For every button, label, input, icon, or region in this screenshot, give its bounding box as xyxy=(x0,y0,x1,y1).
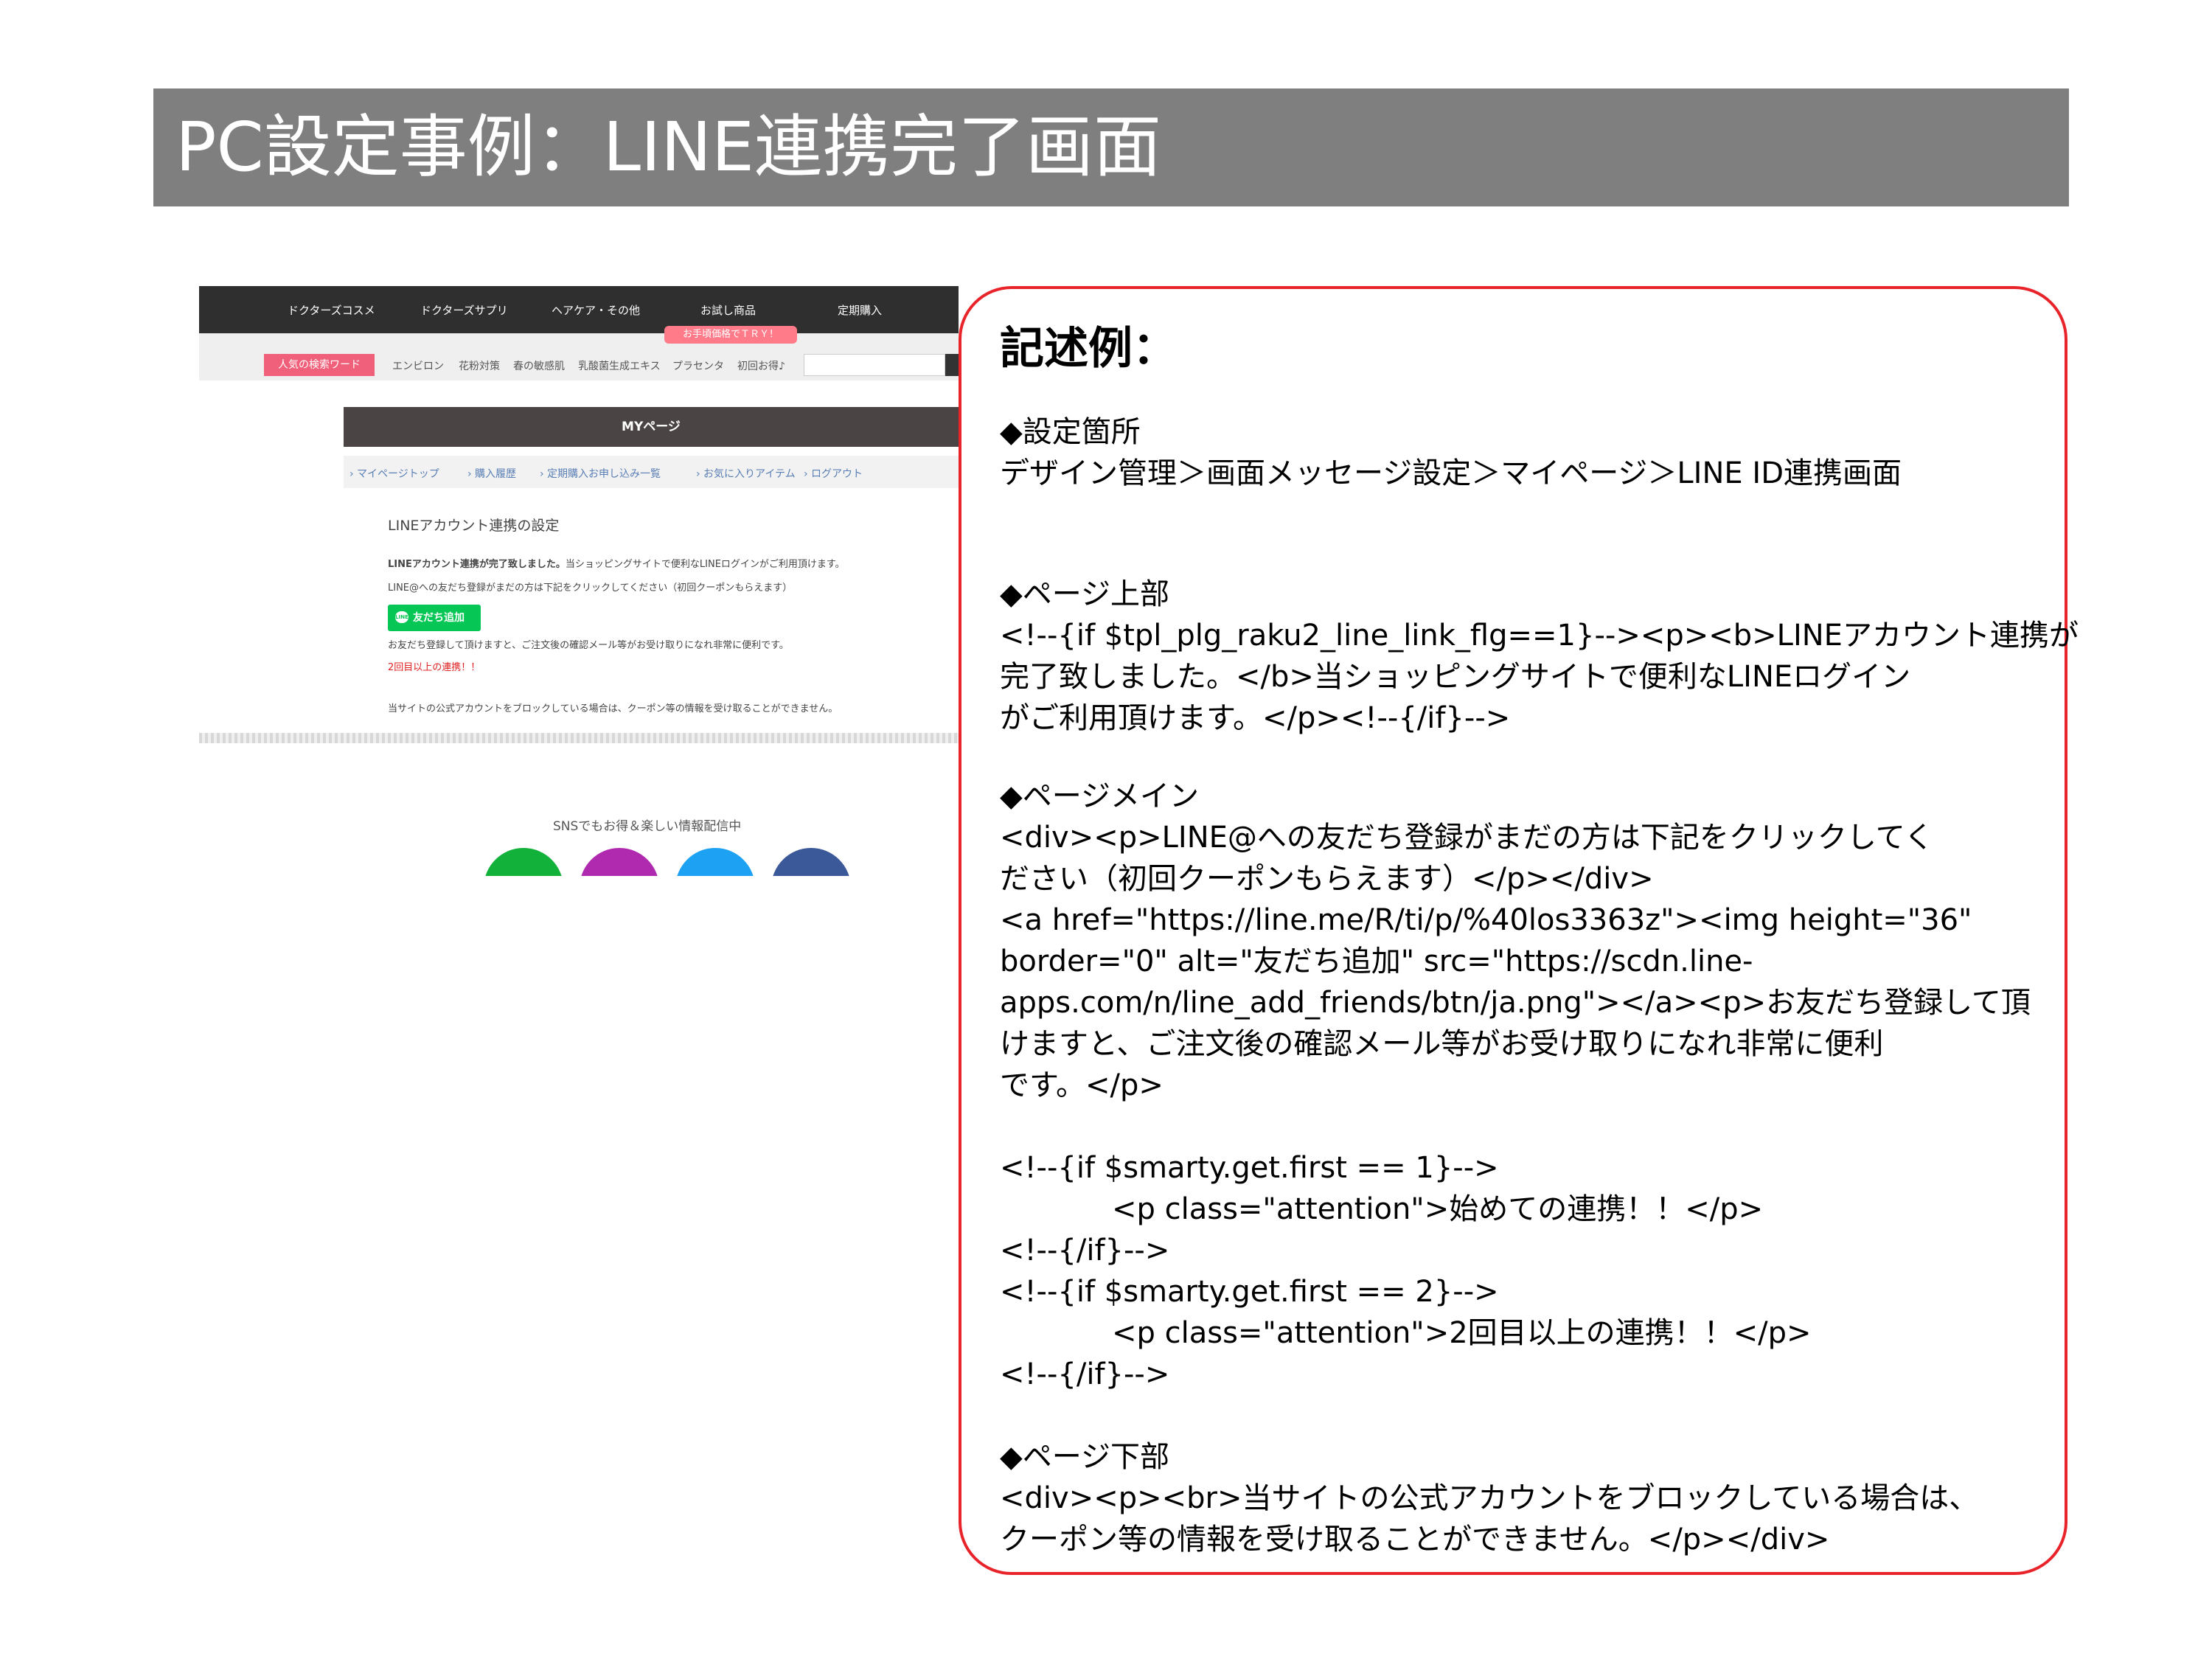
link-complete-rest: 当ショッピングサイトで便利なLINEログインがご利用頂けます。 xyxy=(565,559,845,570)
code-line: けますと、ご注文後の確認メール等がお受け取りになれ非常に便利 xyxy=(1000,1027,1884,1061)
code-line: <div><p><br>当サイトの公式アカウントをブロックしている場合は、 xyxy=(1000,1481,1979,1515)
mypage-subnav: › マイページトップ › 購入履歴 › 定期購入お申し込み一覧 › お気に入りア… xyxy=(344,456,959,488)
code-line: です。</p> xyxy=(1000,1068,1164,1102)
sns-title: SNSでもお得＆楽しい情報配信中 xyxy=(553,819,742,834)
section-label-setting: ◆設定箇所 xyxy=(1000,415,1141,449)
mypage-title: MYページ xyxy=(344,407,959,447)
subnav-subscriptions[interactable]: › 定期購入お申し込み一覧 xyxy=(540,466,661,481)
code-line: <!--{if $tpl_plg_raku2_line_link_flg==1}… xyxy=(1000,619,2079,653)
nav-item-doctors-supple[interactable]: ドクターズサプリ xyxy=(420,302,508,318)
keyword-link[interactable]: 初回お得♪ xyxy=(737,358,785,373)
code-heading: 記述例： xyxy=(1000,323,1177,375)
line-icon[interactable] xyxy=(484,848,563,876)
search-input[interactable] xyxy=(804,354,945,376)
code-line: <a href="https://line.me/R/ti/p/%40los33… xyxy=(1000,903,1972,937)
promo-badge: お手頃価格でＴＲＹ！ xyxy=(664,326,797,344)
keyword-link[interactable]: 乳酸菌生成エキス xyxy=(578,358,661,373)
add-friend-label: 友だち追加 xyxy=(413,612,465,624)
keyword-link[interactable]: 花粉対策 xyxy=(459,358,500,373)
subnav-logout[interactable]: › ログアウト xyxy=(804,466,863,481)
nav-item-haircare[interactable]: ヘアケア・その他 xyxy=(552,302,640,318)
code-line: <!--{/if}--> xyxy=(1000,1357,1170,1391)
link-complete-message: LINEアカウント連携が完了致しました。当ショッピングサイトで便利なLINEログ… xyxy=(388,556,845,570)
code-line: <!--{if $smarty.get.first == 2}--> xyxy=(1000,1275,1499,1309)
nav-item-doctors-cosme[interactable]: ドクターズコスメ xyxy=(288,302,375,318)
subnav-purchase-history[interactable]: › 購入履歴 xyxy=(467,466,516,481)
code-line: がご利用頂けます。</p><!--{/if}--> xyxy=(1000,701,1511,735)
subnav-mypage-top[interactable]: › マイページトップ xyxy=(349,466,439,481)
section-label-main: ◆ページメイン xyxy=(1000,779,1199,813)
twitter-icon[interactable] xyxy=(675,848,755,876)
keyword-link[interactable]: 春の敏感肌 xyxy=(513,358,565,373)
slide-title: PC設定事例：LINE連携完了画面 xyxy=(175,108,1162,187)
code-line: <p class="attention">2回目以上の連携！！</p> xyxy=(1112,1316,1812,1350)
nav-item-subscription[interactable]: 定期購入 xyxy=(838,302,882,318)
code-line: 完了致しました。</b>当ショッピングサイトで便利なLINEログイン xyxy=(1000,660,1911,694)
screenshot-panel: ドクターズコスメ ドクターズサプリ ヘアケア・その他 お試し商品 定期購入 人気… xyxy=(199,286,959,876)
line-section-heading: LINEアカウント連携の設定 xyxy=(388,518,560,534)
code-line: apps.com/n/line_add_friends/btn/ja.png">… xyxy=(1000,986,2031,1020)
global-nav: ドクターズコスメ ドクターズサプリ ヘアケア・その他 お試し商品 定期購入 xyxy=(199,286,959,333)
link-complete-bold: LINEアカウント連携が完了致しました。 xyxy=(388,559,566,570)
subnav-favorites[interactable]: › お気に入りアイテム xyxy=(696,466,796,481)
setting-path: デザイン管理＞画面メッセージ設定＞マイページ＞LINE ID連携画面 xyxy=(1000,456,1902,490)
add-friend-button[interactable]: LINE 友だち追加 xyxy=(388,605,481,631)
keyword-label: 人気の検索ワード xyxy=(264,354,375,376)
code-line: クーポン等の情報を受け取ることができません。</p></div> xyxy=(1000,1523,1830,1557)
code-line: border="0" alt="友だち追加" src="https://scdn… xyxy=(1000,945,1753,978)
section-label-top: ◆ページ上部 xyxy=(1000,577,1169,611)
code-line: <!--{if $smarty.get.first == 1}--> xyxy=(1000,1151,1499,1185)
facebook-icon[interactable] xyxy=(771,848,851,876)
divider-stripe xyxy=(199,733,959,743)
nav-item-trial[interactable]: お試し商品 xyxy=(700,302,756,318)
code-line: <p class="attention">始めての連携！！</p> xyxy=(1112,1192,1764,1226)
slide-title-bar: PC設定事例：LINE連携完了画面 xyxy=(153,88,2069,206)
code-example-box: 記述例： ◆設定箇所 デザイン管理＞画面メッセージ設定＞マイページ＞LINE I… xyxy=(959,286,2079,1575)
keyword-link[interactable]: エンビロン xyxy=(392,358,444,373)
code-line: <div><p>LINE@への友だち登録がまだの方は下記をクリックしてく xyxy=(1000,821,1934,855)
keyword-link[interactable]: プラセンタ xyxy=(672,358,724,373)
section-label-bottom: ◆ページ下部 xyxy=(1000,1440,1169,1474)
code-line: ださい（初回クーポンもらえます）</p></div> xyxy=(1000,862,1654,896)
friend-prompt: LINE@への友だち登録がまだの方は下記をクリックしてください（初回クーポンもら… xyxy=(388,582,793,594)
line-logo-icon: LINE xyxy=(395,611,408,623)
block-notice: 当サイトの公式アカウントをブロックしている場合は、クーポン等の情報を受け取ること… xyxy=(388,703,838,714)
search-button[interactable] xyxy=(945,354,959,376)
benefit-text: お友だち登録して頂けますと、ご注文後の確認メール等がお受け取りになれ非常に便利で… xyxy=(388,640,789,651)
code-line: <!--{/if}--> xyxy=(1000,1234,1170,1267)
instagram-icon[interactable] xyxy=(580,848,659,876)
keyword-bar: 人気の検索ワード エンビロン 花粉対策 春の敏感肌 乳酸菌生成エキス プラセンタ… xyxy=(199,333,959,380)
attention-text: 2回目以上の連携！！ xyxy=(388,662,481,673)
